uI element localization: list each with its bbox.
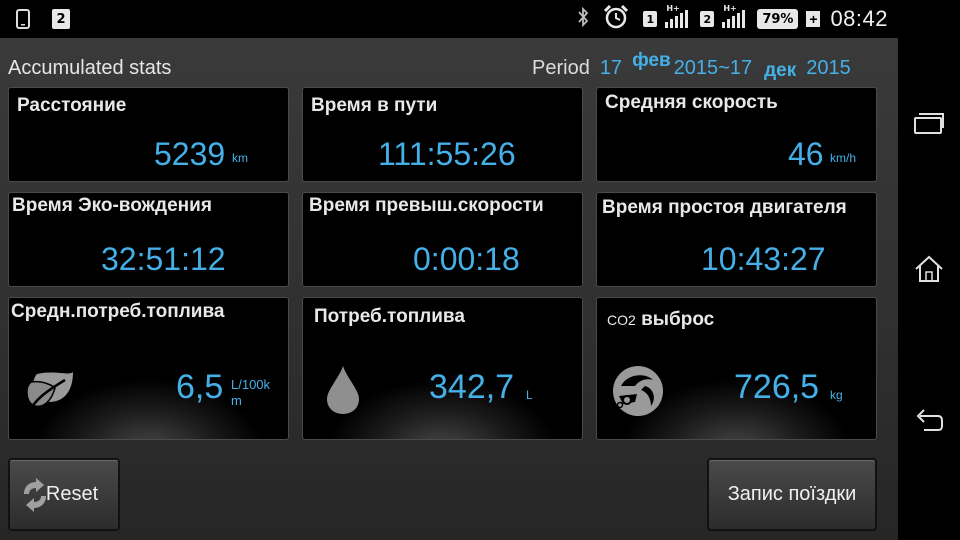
- fuel-consumption-unit: L: [526, 388, 533, 402]
- co2-value: 726,5: [734, 368, 820, 406]
- page-title: Accumulated stats: [8, 57, 172, 79]
- fuel-consumption-value: 342,7: [429, 368, 515, 406]
- travel-time-card: Время в пути 111:55:26: [302, 87, 583, 182]
- period-start-month: фев: [632, 50, 671, 71]
- home-icon: [915, 255, 943, 282]
- back-icon: [916, 409, 943, 431]
- card-title: Время превыш.скорости: [309, 195, 544, 216]
- bluetooth-icon: [577, 6, 589, 32]
- card-title: Расстояние: [17, 95, 127, 116]
- eco-driving-time-value: 32:51:12: [101, 241, 226, 277]
- trip-record-button[interactable]: Запис поїздки: [707, 458, 877, 531]
- card-title: Время в пути: [311, 95, 438, 116]
- co2-exhaust-icon: [611, 364, 665, 423]
- period-label: Period: [532, 56, 590, 79]
- signal-icon: H+: [665, 4, 689, 28]
- trip-record-label: Запис поїздки: [727, 483, 857, 505]
- battery-percent: 79%: [762, 11, 794, 27]
- avg-fuel-value: 6,5: [176, 368, 224, 406]
- avg-speed-value: 46: [788, 136, 824, 172]
- card-title: Потреб.топлива: [314, 306, 465, 327]
- sim-badge-number: 2: [52, 9, 70, 29]
- co2-title: выброс: [641, 309, 715, 330]
- card-title: Средн.потреб.топлива: [11, 301, 225, 322]
- avg-speed-unit: km/h: [830, 151, 857, 165]
- drop-icon: [325, 364, 361, 421]
- back-button[interactable]: [910, 402, 948, 440]
- reset-label: Reset: [45, 483, 99, 505]
- card-title: Средняя скорость: [605, 92, 778, 113]
- card-title: CO2 выброс: [607, 309, 714, 331]
- sim1-number: 1: [643, 11, 658, 27]
- idle-time-value: 10:43:27: [701, 241, 826, 277]
- recent-apps-button[interactable]: [910, 104, 948, 142]
- sim-badge: 2: [52, 0, 70, 38]
- status-bar: 2 1 H+ 2 H+ 79% + 08:42: [0, 0, 898, 38]
- travel-time-value: 111:55:26: [378, 136, 516, 172]
- overspeed-time-value: 0:00:18: [413, 241, 520, 277]
- phone-icon: [16, 0, 30, 38]
- period-start-day: 17: [599, 56, 623, 79]
- co2-unit: kg: [830, 388, 843, 402]
- reset-button[interactable]: Reset: [8, 458, 120, 531]
- battery-icon: 79%: [757, 9, 799, 29]
- avg-fuel-unit-line2: m: [231, 393, 242, 408]
- distance-unit: km: [232, 151, 248, 165]
- avg-speed-card: Средняя скорость 46 km/h: [596, 87, 877, 182]
- period-range-text: 2015~17: [673, 56, 753, 79]
- co2-prefix: CO2: [607, 312, 636, 328]
- overspeed-time-card: Время превыш.скорости 0:00:18: [302, 192, 583, 287]
- period-end-year: 2015: [806, 56, 851, 79]
- network-type-label: H+: [666, 4, 680, 13]
- sim2-number: 2: [700, 11, 715, 27]
- recent-apps-icon: [914, 113, 944, 134]
- card-title: Время простоя двигателя: [602, 197, 847, 218]
- charging-icon: +: [806, 11, 821, 27]
- navigation-bar: [898, 0, 960, 540]
- period-end-month: дек: [764, 60, 797, 81]
- accumulated-stats-screen: Accumulated stats Period 17 фев 2015~17 …: [0, 38, 898, 540]
- distance-value: 5239: [154, 136, 226, 172]
- avg-fuel-unit-line1: L/100k: [231, 377, 271, 392]
- status-icons: 1 H+ 2 H+ 79% + 08:42: [577, 0, 888, 38]
- period-selector[interactable]: Period 17 фев 2015~17 дек 2015: [532, 48, 851, 88]
- leaf-icon: [25, 368, 77, 419]
- network-type-label: H+: [723, 4, 737, 13]
- fuel-consumption-card: Потреб.топлива 342,7 L: [302, 297, 583, 440]
- home-button[interactable]: [910, 250, 948, 288]
- distance-card: Расстояние 5239 km: [8, 87, 289, 182]
- alarm-icon: [603, 4, 629, 34]
- signal-icon: H+: [722, 4, 746, 28]
- card-title: Время Эко-вождения: [12, 195, 212, 216]
- clock: 08:42: [830, 6, 888, 31]
- co2-emission-card: CO2 выброс 726,5 kg: [596, 297, 877, 440]
- eco-driving-time-card: Время Эко-вождения 32:51:12: [8, 192, 289, 287]
- idle-time-card: Время простоя двигателя 10:43:27: [596, 192, 877, 287]
- avg-fuel-card: Средн.потреб.топлива 6,5 L/100k m: [8, 297, 289, 440]
